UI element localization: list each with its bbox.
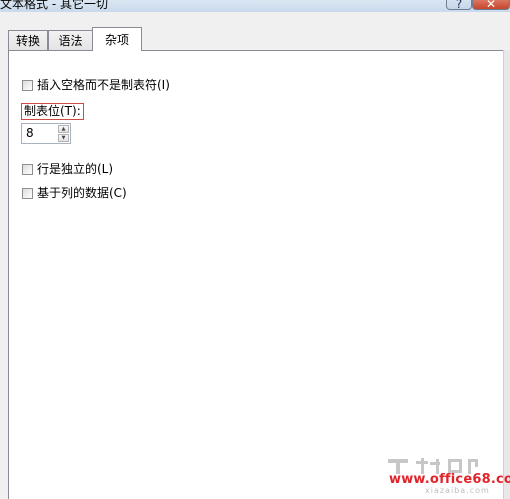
chevron-up-icon: ▲ xyxy=(61,126,66,132)
tab-stop-label: 制表位(T): xyxy=(21,103,84,120)
help-icon: ? xyxy=(455,0,463,11)
line-independent-checkbox[interactable] xyxy=(22,163,33,175)
insert-spaces-option[interactable]: 插入空格而不是制表符(I) xyxy=(22,78,170,92)
tab-label: 杂项 xyxy=(104,33,129,47)
watermark-subtext: xiazaiba.com xyxy=(425,486,490,495)
tab-convert[interactable]: 转换 xyxy=(8,30,48,50)
spin-up-button[interactable]: ▲ xyxy=(58,125,69,133)
tab-stop-spinner[interactable]: 8 ▲ ▼ xyxy=(21,123,71,144)
help-button[interactable]: ? xyxy=(446,0,472,11)
tab-panel-misc: 插入空格而不是制表符(I) 制表位(T): 8 ▲ ▼ 行是独立的(L) 基于列… xyxy=(8,50,510,499)
close-icon: ✕ xyxy=(485,0,497,11)
column-based-option[interactable]: 基于列的数据(C) xyxy=(22,186,127,200)
insert-spaces-label: 插入空格而不是制表符(I) xyxy=(37,78,170,92)
watermark-text: www.office68.com xyxy=(389,472,510,487)
tab-syntax[interactable]: 语法 xyxy=(48,30,93,50)
dialog-body: 转换 语法 杂项 插入空格而不是制表符(I) 制表位(T): 8 ▲ ▼ 行是独… xyxy=(0,12,510,499)
tab-misc[interactable]: 杂项 xyxy=(92,27,142,51)
tab-stop-value[interactable]: 8 xyxy=(26,126,34,141)
spin-down-button[interactable]: ▼ xyxy=(58,134,69,142)
vertical-scrollbar[interactable] xyxy=(503,50,510,499)
title-bar: 文本格式 - 其它一切 ? ✕ xyxy=(0,0,510,12)
line-independent-label: 行是独立的(L) xyxy=(37,162,114,176)
column-based-label: 基于列的数据(C) xyxy=(37,186,127,200)
close-button[interactable]: ✕ xyxy=(472,0,510,11)
tab-label: 语法 xyxy=(58,34,83,48)
chevron-down-icon: ▼ xyxy=(61,135,66,141)
column-based-checkbox[interactable] xyxy=(22,187,33,199)
window-title: 文本格式 - 其它一切 xyxy=(0,0,108,11)
tab-label: 转换 xyxy=(15,34,40,48)
line-independent-option[interactable]: 行是独立的(L) xyxy=(22,162,113,176)
insert-spaces-checkbox[interactable] xyxy=(22,79,33,91)
